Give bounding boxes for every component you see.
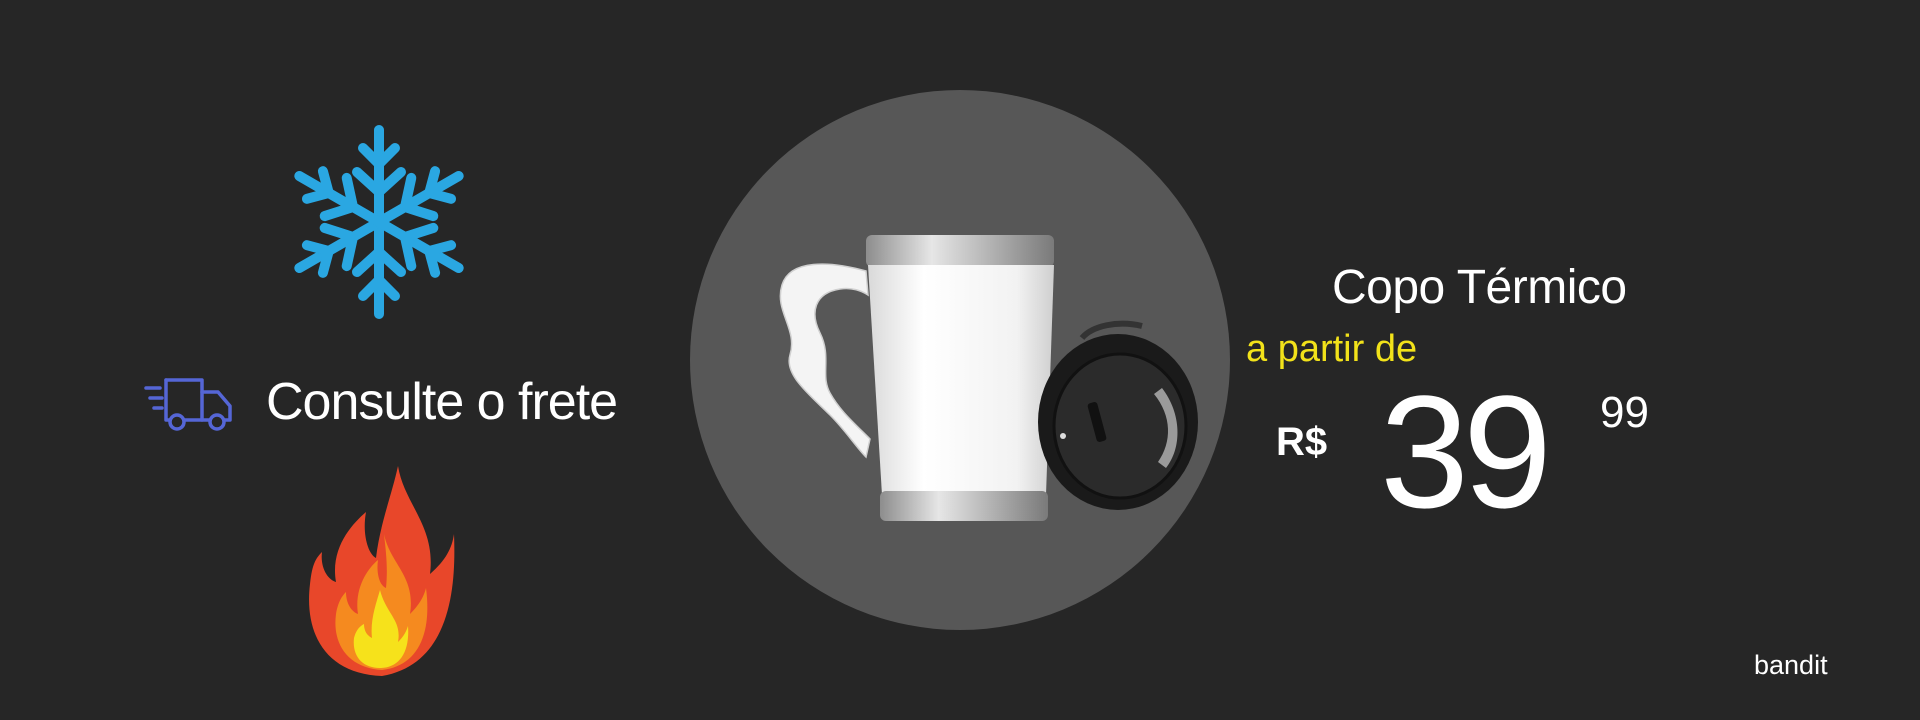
fire-icon <box>309 466 455 676</box>
product-title: Copo Térmico <box>1332 261 1627 314</box>
delivery-truck-icon <box>144 378 232 431</box>
price-cents: 99 <box>1600 388 1649 437</box>
shipping-info-label: Consulte o frete <box>266 373 618 431</box>
currency-symbol: R$ <box>1276 420 1328 464</box>
snowflake-icon <box>294 125 464 319</box>
brand-logo: bandit <box>1754 650 1828 680</box>
mug-lid-image <box>1038 320 1198 510</box>
price-integer: 39 <box>1380 362 1552 541</box>
